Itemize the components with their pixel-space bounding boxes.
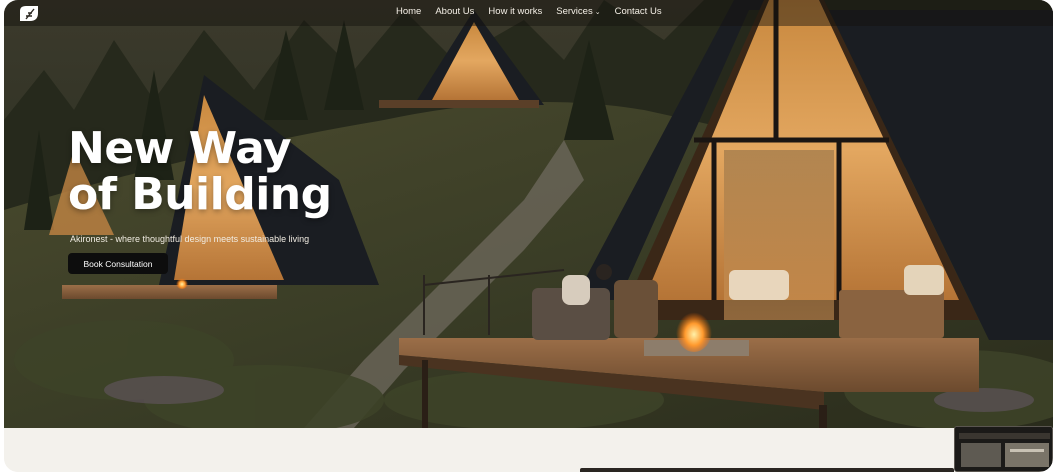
nav-home[interactable]: Home <box>396 6 421 17</box>
chevron-down-icon: ⌄ <box>594 9 601 16</box>
next-section <box>4 428 1053 472</box>
hero-headline-line-1: New Way <box>68 123 292 174</box>
nav-about-us[interactable]: About Us <box>435 6 474 17</box>
hero-section: Home About Us How it works Services ⌄ Con… <box>4 0 1053 428</box>
book-consultation-button[interactable]: Book Consultation <box>68 253 168 274</box>
leaf-logo-icon[interactable] <box>16 3 44 23</box>
nav-services[interactable]: Services ⌄ <box>556 6 600 17</box>
nav-contact-us[interactable]: Contact Us <box>615 6 662 17</box>
nav-how-it-works[interactable]: How it works <box>488 6 542 17</box>
next-section-image-edge <box>580 468 954 472</box>
nav-services-label: Services <box>556 6 593 17</box>
browser-frame: Home About Us How it works Services ⌄ Con… <box>4 0 1053 472</box>
main-nav: Home About Us How it works Services ⌄ Con… <box>396 6 662 17</box>
hero-subheading: Akironest - where thoughtful design meet… <box>70 234 310 244</box>
video-thumbnail[interactable] <box>954 426 1053 472</box>
hero-headline: New Way of Building <box>68 126 332 218</box>
hero-headline-line-2: of Building <box>68 169 332 220</box>
